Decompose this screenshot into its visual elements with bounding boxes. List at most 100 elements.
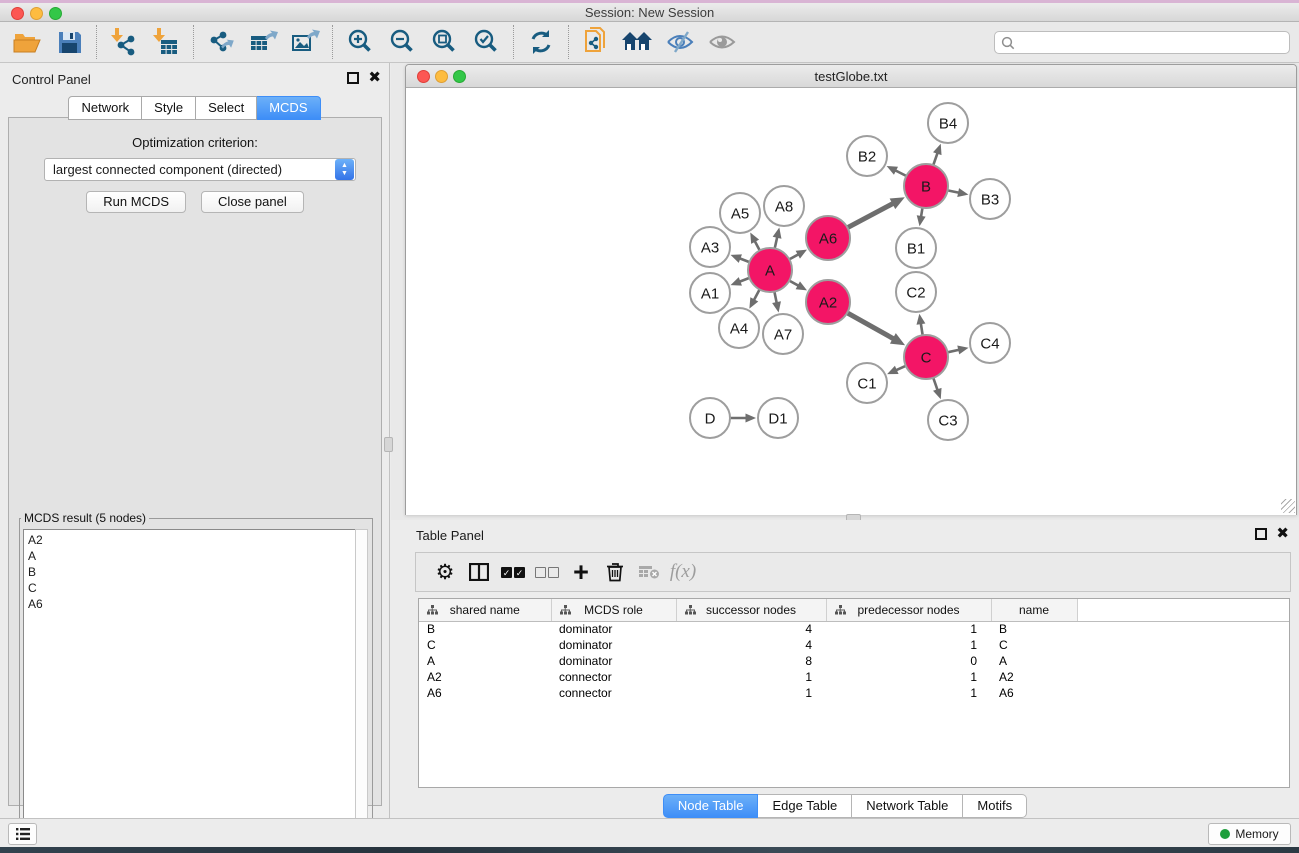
search-box[interactable] [994,31,1290,54]
export-table-icon[interactable] [245,25,281,59]
graph-node-label: C1 [857,375,876,392]
tab-select[interactable]: Select [196,96,257,120]
float-table-panel-icon[interactable] [1255,528,1267,540]
network-window-titlebar[interactable]: testGlobe.txt [406,65,1296,88]
arrowhead-icon [957,346,968,355]
list-icon [15,827,31,841]
resize-grip-icon[interactable] [1281,499,1295,513]
mcds-result-item[interactable]: A6 [28,596,356,612]
delete-column-icon[interactable] [598,557,632,587]
criterion-select[interactable]: largest connected component (directed) ▲… [44,158,356,181]
mcds-result-title: MCDS result (5 nodes) [21,511,149,525]
gear-icon[interactable]: ⚙ [428,557,462,587]
column-header-MCDS-role[interactable]: MCDS role [551,599,676,621]
column-view-icon[interactable] [462,557,496,587]
tab-edge-table[interactable]: Edge Table [758,794,852,818]
eye-icon[interactable] [704,25,740,59]
refresh-icon[interactable] [523,25,559,59]
table-row[interactable]: Bdominator41B [419,621,1289,637]
graph-node-label: C3 [938,412,957,429]
mcds-result-item[interactable]: B [28,564,356,580]
edge-B-B4[interactable] [933,153,937,165]
export-image-icon[interactable] [287,25,323,59]
edge-A-A1[interactable] [739,278,749,282]
control-panel: Control Panel ✖ NetworkStyleSelectMCDS O… [0,63,390,818]
close-panel-button[interactable]: Close panel [201,191,304,213]
delete-table-icon[interactable] [632,557,666,587]
column-header-predecessor-nodes[interactable]: predecessor nodes [826,599,991,621]
edge-B-B3[interactable] [948,190,960,192]
mcds-result-item[interactable]: A [28,548,356,564]
graph-node-label: B4 [939,115,957,132]
edge-A-A6[interactable] [789,254,798,259]
run-mcds-button[interactable]: Run MCDS [86,191,186,213]
memory-button[interactable]: Memory [1208,823,1291,845]
table-toolbar: ⚙ ✓✓ + f(x) [415,552,1291,592]
network-view-window: testGlobe.txt B4B2BB3A8A5A6A3B1AA1C2A2A4… [405,64,1297,515]
edge-C-C4[interactable] [947,350,959,353]
mcds-result-list[interactable]: A2ABCA6 [23,529,357,845]
float-panel-icon[interactable] [347,72,359,84]
import-table-icon[interactable] [148,25,184,59]
mcds-result-item[interactable]: C [28,580,356,596]
close-panel-icon[interactable]: ✖ [368,71,381,85]
tab-mcds[interactable]: MCDS [257,96,320,120]
edge-A-A3[interactable] [739,258,749,262]
select-all-icon[interactable]: ✓✓ [496,557,530,587]
edge-A-A8[interactable] [775,237,778,249]
table-row[interactable]: Cdominator41C [419,637,1289,653]
toolbar-separator [332,25,333,59]
edge-B-B1[interactable] [921,208,922,217]
add-column-icon[interactable]: + [564,557,598,587]
edge-A-A4[interactable] [754,289,760,300]
mcds-result-item[interactable]: A2 [28,532,356,548]
column-header-shared-name[interactable]: shared name [419,599,551,621]
table-row[interactable]: A2connector11A2 [419,669,1289,685]
tab-style[interactable]: Style [142,96,196,120]
column-header-name[interactable]: name [991,599,1077,621]
tab-motifs[interactable]: Motifs [963,794,1027,818]
status-bar: Memory [0,818,1299,847]
network-graph[interactable]: B4B2BB3A8A5A6A3B1AA1C2A2A4A7C4CC1C3DD1 [406,88,1296,515]
edge-C-C1[interactable] [896,366,906,370]
hide-eye-icon[interactable] [662,25,698,59]
tab-network[interactable]: Network [68,96,142,120]
arrowhead-icon [957,188,968,197]
result-scrollbar[interactable] [355,529,368,845]
export-network-icon[interactable] [203,25,239,59]
zoom-in-icon[interactable] [342,25,378,59]
table-row[interactable]: Adominator80A [419,653,1289,669]
edge-A-A2[interactable] [789,281,798,286]
home-icon[interactable] [620,25,656,59]
function-builder-icon[interactable]: f(x) [666,557,700,587]
edge-A-A7[interactable] [774,292,776,304]
task-history-button[interactable] [8,823,37,845]
column-header-successor-nodes[interactable]: successor nodes [676,599,826,621]
open-file-icon[interactable] [9,25,45,59]
edge-A2-C[interactable] [847,313,894,339]
zoom-fit-icon[interactable] [426,25,462,59]
arrowhead-icon [746,414,757,423]
graph-node-label: A8 [775,198,793,215]
edge-A-A5[interactable] [755,241,760,251]
mcds-tab-content: Optimization criterion: largest connecte… [8,117,382,806]
criterion-value: largest connected component (directed) [45,162,335,177]
import-network-icon[interactable] [106,25,142,59]
tab-node-table[interactable]: Node Table [663,794,759,818]
tab-network-table[interactable]: Network Table [852,794,963,818]
zoom-out-icon[interactable] [384,25,420,59]
close-table-panel-icon[interactable]: ✖ [1276,527,1289,541]
split-divider-handle[interactable] [384,437,393,452]
edge-B-B2[interactable] [895,170,906,176]
node-table[interactable]: shared nameMCDS rolesuccessor nodesprede… [418,598,1290,788]
search-input[interactable] [1019,36,1289,50]
table-row[interactable]: A6connector11A6 [419,685,1289,701]
edge-C-C2[interactable] [921,323,923,335]
zoom-selected-icon[interactable] [468,25,504,59]
duplicate-network-icon[interactable] [578,25,614,59]
select-stepper-icon: ▲▼ [335,159,354,180]
save-icon[interactable] [51,25,87,59]
edge-C-C3[interactable] [933,378,937,390]
unselect-all-icon[interactable] [530,557,564,587]
edge-A6-B[interactable] [847,203,893,227]
